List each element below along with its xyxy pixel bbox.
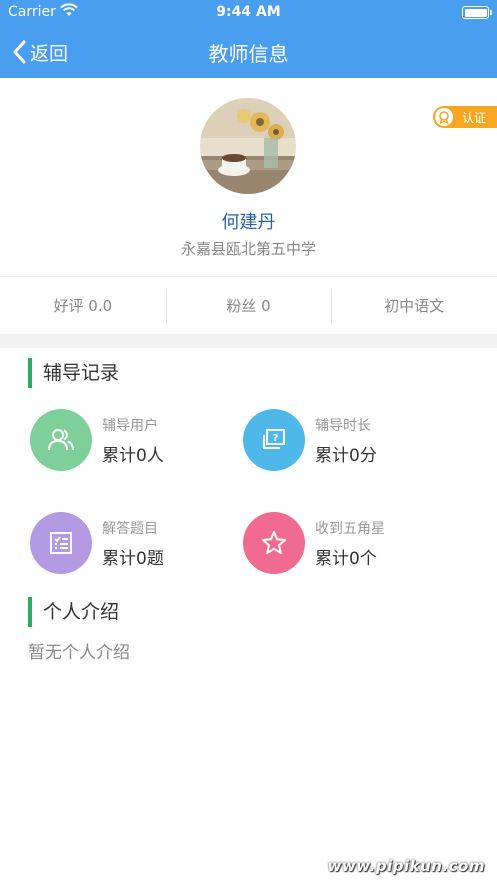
record-users: 辅导用户 累计0人 — [30, 409, 164, 471]
record-duration: ? 辅导时长 累计0分 — [243, 409, 377, 471]
battery-icon — [462, 6, 492, 19]
record-value: 累计0人 — [102, 445, 164, 466]
users-icon — [30, 409, 92, 471]
record-answers: 解答题目 累计0题 — [30, 512, 164, 574]
record-label: 收到五角星 — [315, 520, 385, 537]
clock: 9:44 AM — [216, 4, 281, 20]
checklist-icon — [30, 512, 92, 574]
question-board-icon: ? — [243, 409, 305, 471]
stat-rating: 好评 0.0 — [53, 297, 113, 315]
verified-badge: 认证 — [433, 106, 497, 128]
stat-subject: 初中语文 — [331, 277, 497, 334]
record-label: 辅导时长 — [315, 417, 371, 434]
page-title: 教师信息 — [208, 42, 289, 66]
section-divider — [0, 334, 497, 348]
record-stars: 收到五角星 累计0个 — [243, 512, 385, 574]
records-section-title: 辅导记录 — [28, 358, 119, 388]
nav-bar: 返回 教师信息 — [0, 26, 497, 78]
stat-fans: 粉丝 0 — [165, 277, 332, 334]
stats-row: 好评 0.0 粉丝 0 初中语文 — [0, 276, 497, 334]
watermark: www.pipikun.com — [327, 857, 485, 875]
record-value: 累计0个 — [315, 548, 377, 569]
avatar — [200, 98, 296, 194]
record-value: 累计0分 — [315, 445, 377, 466]
star-icon — [243, 512, 305, 574]
intro-section-title: 个人介绍 — [28, 597, 119, 627]
record-label: 解答题目 — [102, 520, 158, 537]
teacher-school: 永嘉县瓯北第五中学 — [180, 240, 316, 258]
certificate-icon — [435, 108, 453, 126]
teacher-name: 何建丹 — [221, 212, 276, 233]
intro-text: 暂无个人介绍 — [28, 643, 130, 663]
svg-text:?: ? — [273, 433, 279, 444]
status-bar: Carrier 9:44 AM — [0, 0, 497, 26]
verified-label: 认证 — [462, 110, 487, 125]
record-label: 辅导用户 — [102, 417, 158, 434]
record-value: 累计0题 — [102, 548, 164, 569]
